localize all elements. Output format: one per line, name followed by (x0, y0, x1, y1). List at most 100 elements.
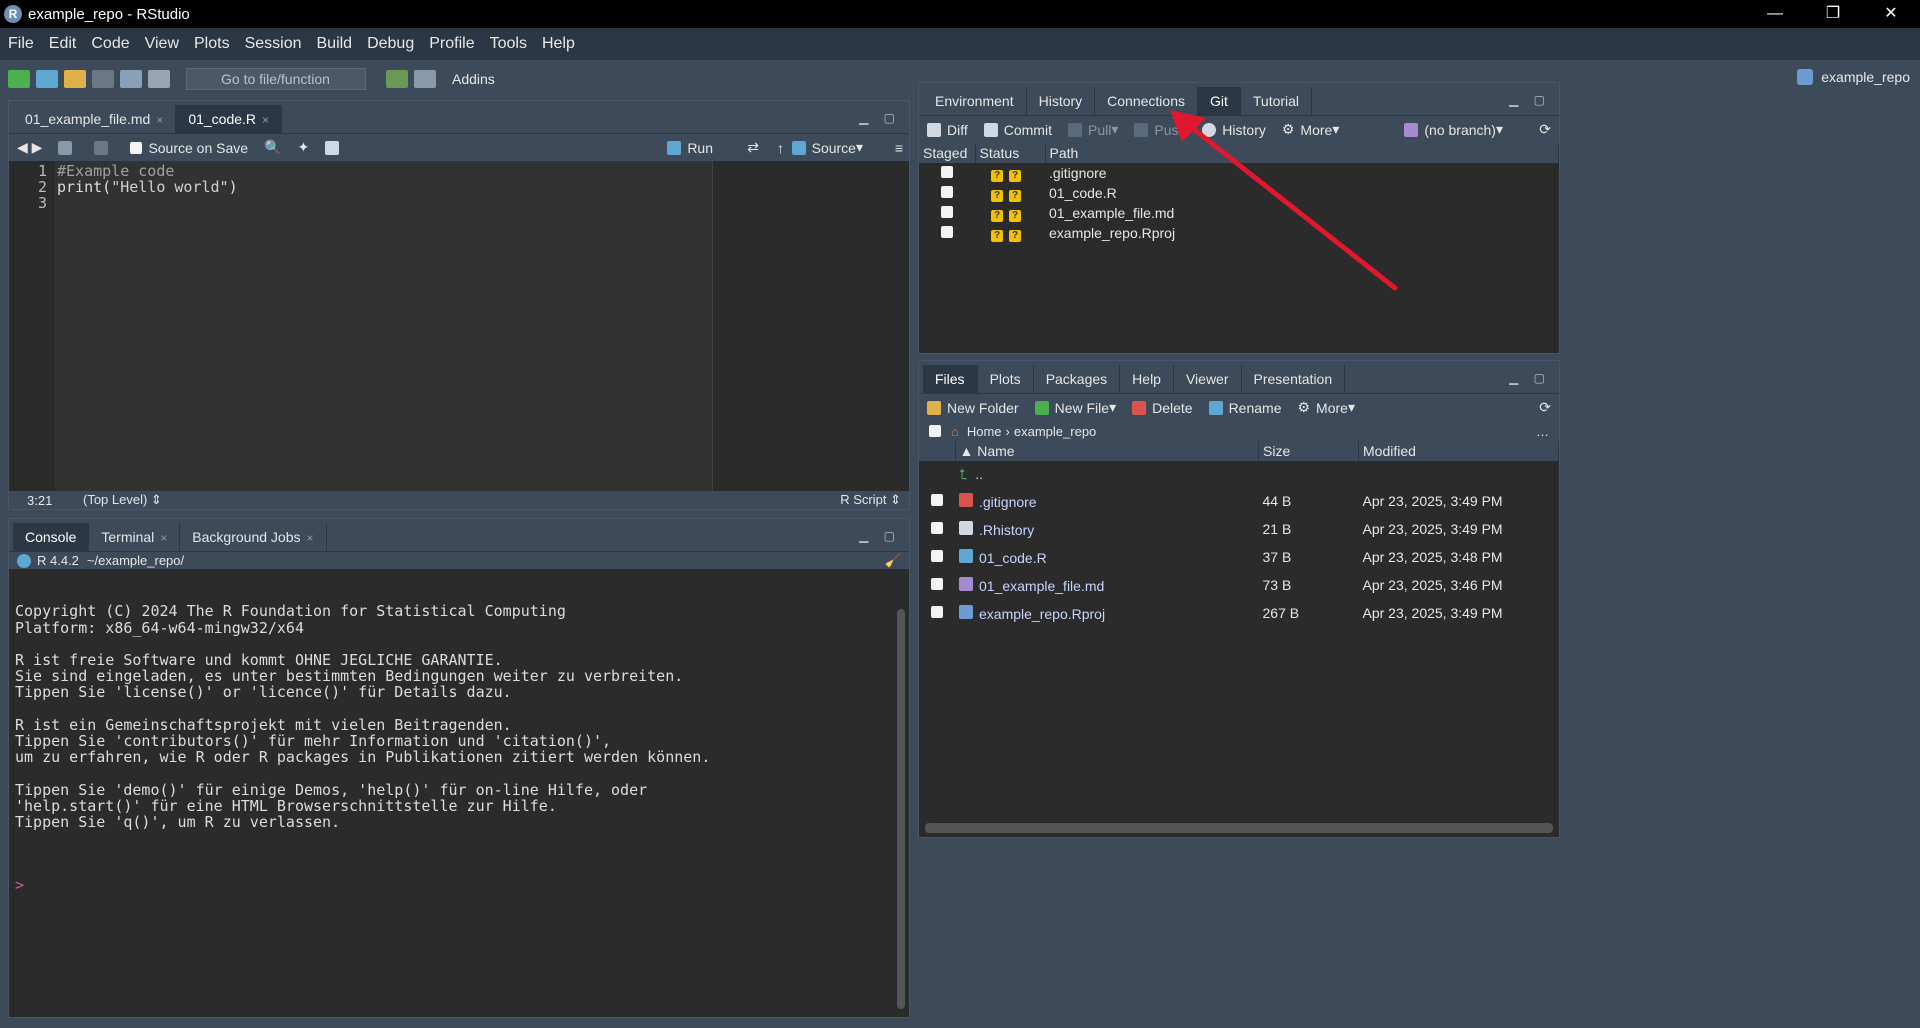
compile-report-icon[interactable] (325, 140, 345, 155)
delete-button[interactable]: Delete (1132, 400, 1193, 416)
file-link[interactable]: .gitignore (979, 494, 1037, 510)
file-checkbox[interactable] (931, 606, 943, 618)
file-link[interactable]: example_repo.Rproj (979, 606, 1105, 622)
tab-01-code-r[interactable]: 01_code.R × (176, 105, 283, 133)
diff-button[interactable]: Diff (927, 122, 968, 138)
git-more-menu[interactable]: ⚙ More ▾ (1282, 121, 1340, 138)
vcs-icon[interactable] (386, 70, 408, 88)
refresh-icon[interactable]: ⟳ (1539, 399, 1551, 416)
file-checkbox[interactable] (931, 550, 943, 562)
scope-selector[interactable]: (Top Level) ⇕ (83, 492, 162, 508)
git-history-button[interactable]: History (1202, 122, 1266, 138)
new-project-icon[interactable] (36, 70, 58, 88)
back-forward-icon[interactable]: ◀ ▶ (17, 139, 42, 156)
tab-environment[interactable]: Environment (923, 87, 1027, 115)
show-in-window-icon[interactable] (58, 140, 78, 155)
file-link[interactable]: 01_example_file.md (979, 578, 1104, 594)
tab-console[interactable]: Console (13, 523, 90, 551)
table-row[interactable]: ?? .gitignore (919, 163, 1559, 183)
print-icon[interactable] (148, 70, 170, 88)
code-text[interactable]: #Example code print("Hello world") (55, 161, 713, 491)
home-icon[interactable]: ⌂ (951, 424, 959, 439)
more-options-icon[interactable]: … (1536, 424, 1549, 439)
tab-tutorial[interactable]: Tutorial (1241, 87, 1313, 115)
close-tab-icon[interactable]: × (160, 531, 167, 545)
re-run-icon[interactable]: ⇄ (747, 139, 759, 156)
menu-profile[interactable]: Profile (429, 35, 474, 53)
stage-checkbox[interactable] (941, 166, 953, 178)
new-folder-button[interactable]: New Folder (927, 400, 1019, 416)
column-status[interactable]: Status (975, 143, 1046, 163)
new-file-button[interactable]: New File ▾ (1034, 399, 1116, 416)
console-scrollbar[interactable] (897, 609, 905, 1009)
close-tab-icon[interactable]: × (306, 531, 313, 545)
select-all-checkbox[interactable] (929, 425, 941, 437)
menu-debug[interactable]: Debug (367, 35, 414, 53)
menu-plots[interactable]: Plots (194, 35, 230, 53)
tab-plots[interactable]: Plots (978, 365, 1034, 393)
run-button[interactable]: Run (667, 140, 713, 156)
menu-file[interactable]: File (8, 35, 34, 53)
minimize-button[interactable]: — (1746, 0, 1804, 28)
push-button[interactable]: Push (1134, 122, 1186, 138)
search-icon[interactable]: 🔍 (264, 139, 281, 156)
stage-checkbox[interactable] (941, 226, 953, 238)
stage-checkbox[interactable] (941, 206, 953, 218)
console-prompt[interactable]: > (15, 876, 903, 893)
filetype-selector[interactable]: R Script ⇕ (840, 492, 901, 508)
code-area[interactable]: 1 2 3 #Example code print("Hello world") (9, 161, 909, 491)
tab-viewer[interactable]: Viewer (1174, 365, 1242, 393)
menu-tools[interactable]: Tools (490, 35, 527, 53)
column-name[interactable]: ▲ Name (955, 441, 1259, 461)
table-row[interactable]: ?? example_repo.Rproj (919, 223, 1559, 243)
addins-menu[interactable]: Addins (452, 71, 495, 87)
menu-help[interactable]: Help (542, 35, 575, 53)
refresh-icon[interactable]: ⟳ (1539, 121, 1551, 138)
column-modified[interactable]: Modified (1358, 441, 1559, 461)
tab-help[interactable]: Help (1120, 365, 1174, 393)
project-menu[interactable]: example_repo (1797, 69, 1910, 85)
new-file-icon[interactable] (8, 70, 30, 88)
source-on-save-checkbox[interactable]: Source on Save (130, 140, 248, 156)
tab-history[interactable]: History (1027, 87, 1096, 115)
pull-button[interactable]: Pull ▾ (1067, 121, 1118, 138)
save-all-icon[interactable] (120, 70, 142, 88)
restore-button[interactable]: ❐ (1804, 0, 1862, 28)
console-output[interactable]: Copyright (C) 2024 The R Foundation for … (9, 569, 909, 1017)
menu-session[interactable]: Session (245, 35, 302, 53)
close-window-button[interactable]: ✕ (1862, 0, 1920, 28)
breadcrumb-folder[interactable]: example_repo (1014, 424, 1096, 439)
branch-selector[interactable]: (no branch) ▾ (1404, 121, 1503, 138)
file-link[interactable]: 01_code.R (979, 550, 1047, 566)
column-size[interactable]: Size (1258, 441, 1359, 461)
table-row[interactable]: ?? 01_example_file.md (919, 203, 1559, 223)
table-row[interactable]: ?? 01_code.R (919, 183, 1559, 203)
menu-build[interactable]: Build (317, 35, 353, 53)
menu-edit[interactable]: Edit (49, 35, 77, 53)
go-up-icon[interactable]: ↑ (777, 140, 784, 156)
tab-background-jobs[interactable]: Background Jobs × (180, 523, 327, 551)
open-file-icon[interactable] (64, 70, 86, 88)
working-directory[interactable]: ~/example_repo/ (87, 553, 184, 568)
stage-checkbox[interactable] (941, 186, 953, 198)
goto-file-input[interactable]: Go to file/function (186, 68, 366, 90)
tab-packages[interactable]: Packages (1034, 365, 1121, 393)
tab-presentation[interactable]: Presentation (1242, 365, 1346, 393)
menu-view[interactable]: View (145, 35, 179, 53)
tab-terminal[interactable]: Terminal × (89, 523, 181, 551)
column-staged[interactable]: Staged (919, 143, 976, 163)
column-path[interactable]: Path (1045, 143, 1559, 163)
file-checkbox[interactable] (931, 578, 943, 590)
save-source-icon[interactable] (94, 140, 114, 155)
outline-icon[interactable]: ≡ (895, 140, 903, 156)
table-row[interactable]: .gitignore 44 B Apr 23, 2025, 3:49 PM (919, 487, 1559, 515)
source-button[interactable]: Source ▾ (791, 139, 863, 156)
pane-minmax-icon[interactable]: ▁ ▢ (1509, 93, 1551, 107)
pane-minmax-icon[interactable]: ▁ ▢ (859, 529, 901, 543)
table-row[interactable]: .Rhistory 21 B Apr 23, 2025, 3:49 PM (919, 515, 1559, 543)
save-icon[interactable] (92, 70, 114, 88)
file-checkbox[interactable] (931, 522, 943, 534)
tab-connections[interactable]: Connections (1095, 87, 1198, 115)
files-more-menu[interactable]: ⚙ More ▾ (1297, 399, 1355, 416)
rename-button[interactable]: Rename (1208, 400, 1281, 416)
